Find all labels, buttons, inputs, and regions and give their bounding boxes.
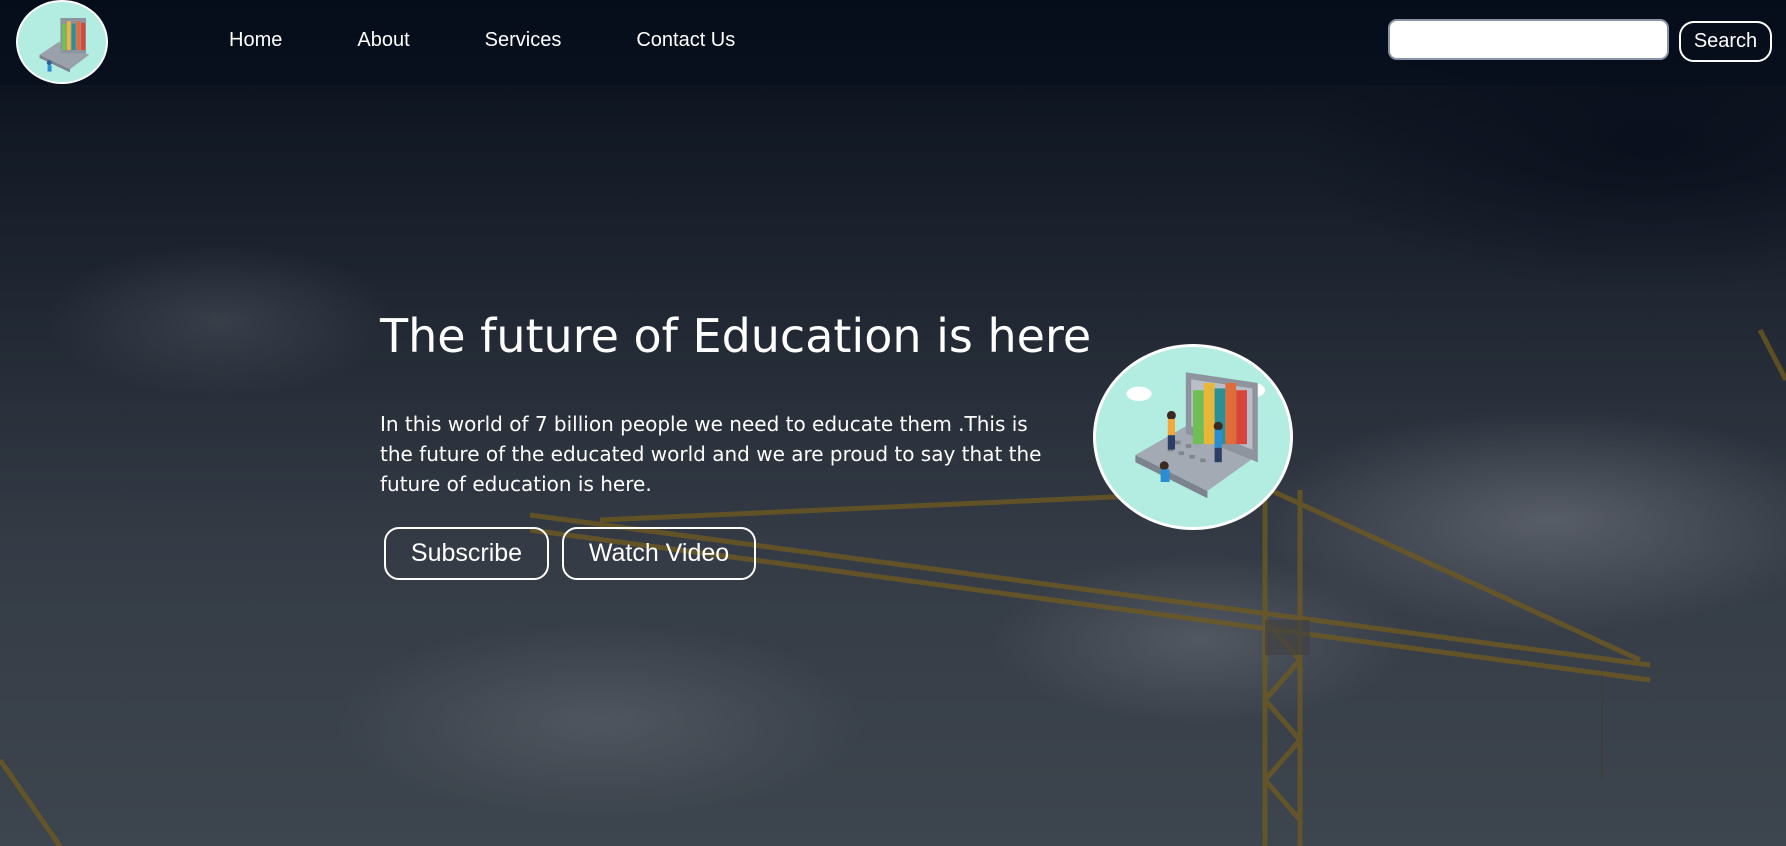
search-button[interactable]: Search — [1679, 21, 1772, 62]
hero-image — [1093, 344, 1293, 530]
education-illustration-icon — [1103, 347, 1283, 527]
nav-links: Home About Services Contact Us — [229, 29, 810, 52]
subscribe-button[interactable]: Subscribe — [384, 527, 549, 580]
search-input[interactable] — [1388, 19, 1669, 60]
nav-link-home[interactable]: Home — [229, 29, 282, 52]
logo[interactable] — [16, 0, 108, 84]
education-illustration-icon — [22, 2, 102, 82]
hero-description: In this world of 7 billion people we nee… — [380, 412, 1042, 496]
nav-link-services[interactable]: Services — [485, 29, 562, 52]
hero-title: The future of Education is here — [380, 309, 1092, 363]
navbar: Home About Services Contact Us Search — [0, 0, 1786, 85]
nav-link-about[interactable]: About — [357, 29, 409, 52]
watch-video-button[interactable]: Watch Video — [562, 527, 756, 580]
nav-link-contact[interactable]: Contact Us — [636, 29, 735, 52]
